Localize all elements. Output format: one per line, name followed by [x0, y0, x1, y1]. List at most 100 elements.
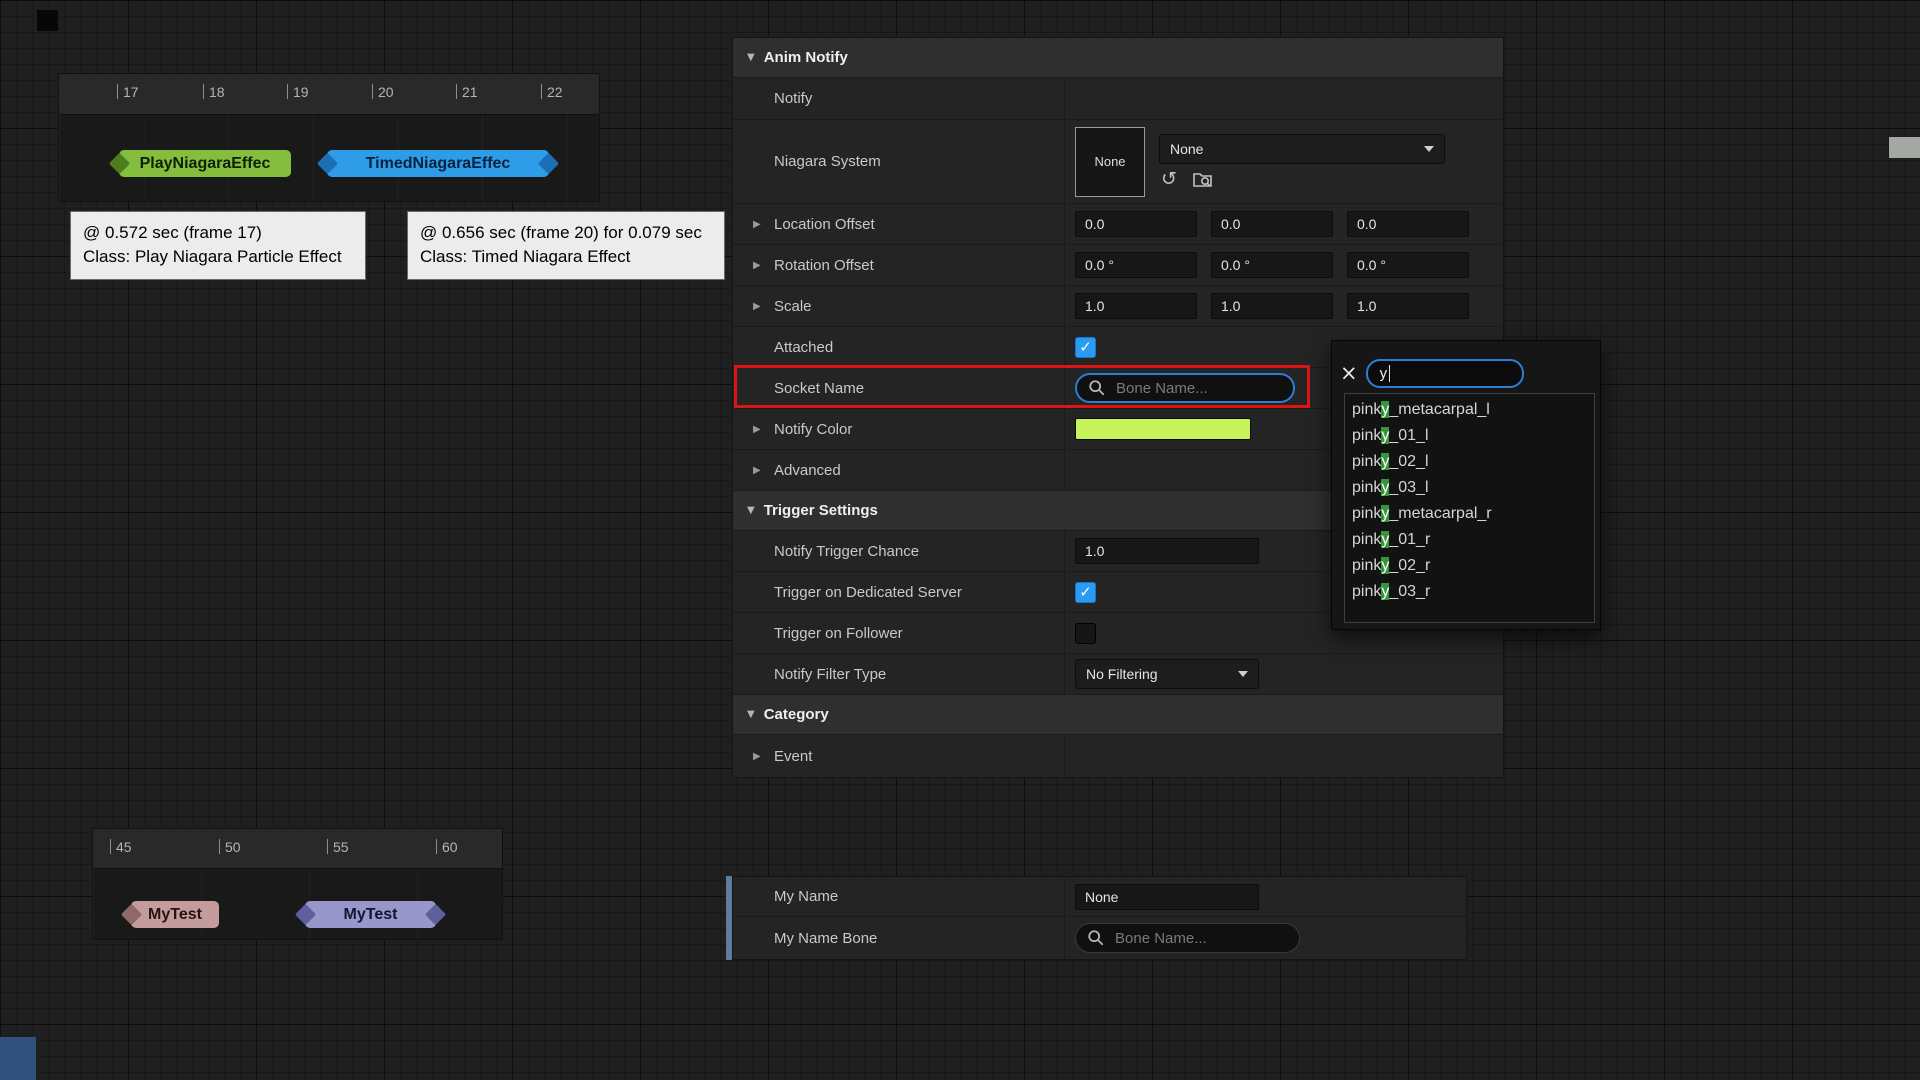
ruler-tick: 18: [203, 84, 225, 100]
asset-thumbnail[interactable]: None: [1075, 127, 1145, 197]
notify-tag-mytest[interactable]: MyTest: [131, 901, 219, 928]
notify-tag-mytest-state[interactable]: MyTest: [305, 901, 436, 928]
notify-tag-play-niagara[interactable]: PlayNiagaraEffec: [119, 150, 291, 177]
ruler-tick: 20: [372, 84, 394, 100]
notify-diamond-icon[interactable]: [295, 904, 316, 925]
notify-tag-timed-niagara[interactable]: TimedNiagaraEffec: [327, 150, 549, 177]
expand-arrow-icon[interactable]: ▶: [753, 751, 765, 762]
notify-diamond-icon[interactable]: [317, 153, 338, 174]
notify-diamond-icon[interactable]: [538, 153, 559, 174]
check-icon: ✓: [1079, 338, 1092, 356]
my-name-bone-input[interactable]: [1113, 929, 1288, 948]
row-location-offset: ▶ Location Offset 0.0 0.0 0.0: [733, 204, 1503, 245]
row-niagara-system: ▶Niagara System None None ↺: [733, 120, 1503, 204]
ruler-tick: 19: [287, 84, 309, 100]
category-header-label: Anim Notify: [764, 49, 848, 66]
bone-list-item[interactable]: pinky_01_l: [1345, 423, 1594, 449]
tooltip-class-line: Class: Play Niagara Particle Effect: [83, 245, 353, 269]
my-name-bone-search-field[interactable]: [1075, 923, 1300, 953]
mytest-track-timeline: 45 50 55 60 MyTest MyTest: [92, 828, 503, 940]
expand-arrow-icon[interactable]: ▶: [753, 301, 765, 312]
category-header-label: Category: [764, 706, 829, 723]
expand-arrow-icon[interactable]: ▶: [753, 260, 765, 271]
bone-search-query: y: [1380, 365, 1388, 382]
row-notify: ▶Notify: [733, 78, 1503, 120]
row-label: Location Offset: [774, 216, 875, 233]
scale-y-field[interactable]: 1.0: [1211, 293, 1333, 319]
notify-tag-label: PlayNiagaraEffec: [140, 155, 271, 173]
browse-to-asset-icon[interactable]: [1193, 170, 1214, 189]
timeline-ruler[interactable]: 45 50 55 60: [93, 829, 502, 869]
notify-track[interactable]: MyTest MyTest: [93, 869, 502, 939]
bottom-left-panel-fragment: [0, 1037, 36, 1080]
bone-suggestion-list: pinky_metacarpal_l pinky_01_l pinky_02_l…: [1344, 393, 1595, 623]
category-header-anim-notify[interactable]: ▼ Anim Notify: [733, 38, 1503, 78]
text-caret: [1389, 365, 1390, 382]
bone-list-item[interactable]: pinky_03_r: [1345, 579, 1594, 605]
chevron-down-icon[interactable]: ▼: [747, 52, 755, 63]
row-label: My Name: [774, 888, 838, 905]
row-label: Rotation Offset: [774, 257, 874, 274]
bone-picker-popup: × y pinky_metacarpal_l pinky_01_l pinky_…: [1331, 340, 1601, 630]
notify-color-swatch[interactable]: [1075, 418, 1251, 440]
chevron-down-icon[interactable]: ▼: [747, 709, 755, 720]
row-label: Advanced: [774, 462, 841, 479]
location-x-field[interactable]: 0.0: [1075, 211, 1197, 237]
combobox-value: No Filtering: [1086, 666, 1158, 682]
ruler-tick: 17: [117, 84, 139, 100]
niagara-system-combobox[interactable]: None: [1159, 134, 1445, 164]
notify-filter-type-combobox[interactable]: No Filtering: [1075, 659, 1259, 689]
rotation-x-field[interactable]: 0.0 °: [1075, 252, 1197, 278]
attached-checkbox[interactable]: ✓: [1075, 337, 1096, 358]
timeline-ruler[interactable]: 17 18 19 20 21 22: [59, 74, 599, 115]
check-icon: ✓: [1079, 583, 1092, 601]
my-name-field[interactable]: None: [1075, 884, 1259, 910]
rotation-z-field[interactable]: 0.0 °: [1347, 252, 1469, 278]
dedicated-server-checkbox[interactable]: ✓: [1075, 582, 1096, 603]
expand-arrow-icon[interactable]: ▶: [753, 424, 765, 435]
tooltip-class-line: Class: Timed Niagara Effect: [420, 245, 712, 269]
search-icon: [1088, 379, 1106, 397]
ruler-tick: 45: [110, 839, 132, 855]
category-header-label: Trigger Settings: [764, 502, 878, 519]
bone-list-item[interactable]: pinky_metacarpal_r: [1345, 501, 1594, 527]
bone-list-item[interactable]: pinky_metacarpal_l: [1345, 397, 1594, 423]
socket-name-search-field[interactable]: [1075, 373, 1295, 403]
chevron-down-icon[interactable]: ▼: [747, 505, 755, 516]
selection-strip: [726, 876, 732, 960]
row-label: Notify: [774, 90, 812, 107]
follower-checkbox[interactable]: [1075, 623, 1096, 644]
clear-search-icon[interactable]: ×: [1340, 363, 1358, 384]
tooltip-time-line: @ 0.656 sec (frame 20) for 0.079 sec: [420, 221, 712, 245]
scale-z-field[interactable]: 1.0: [1347, 293, 1469, 319]
row-my-name: ▶My Name None: [733, 877, 1466, 917]
notify-diamond-icon[interactable]: [121, 904, 142, 925]
bone-list-item[interactable]: pinky_02_r: [1345, 553, 1594, 579]
expand-arrow-icon[interactable]: ▶: [753, 219, 765, 230]
bone-list-item[interactable]: pinky_02_l: [1345, 449, 1594, 475]
combobox-value: None: [1170, 141, 1203, 157]
chevron-down-icon: [1424, 146, 1434, 152]
use-selected-asset-icon[interactable]: ↺: [1161, 170, 1177, 189]
notify-track[interactable]: PlayNiagaraEffec TimedNiagaraEffec: [59, 115, 599, 201]
ruler-tick: 21: [456, 84, 478, 100]
bone-list-item[interactable]: pinky_03_l: [1345, 475, 1594, 501]
right-edge-tab[interactable]: [1889, 137, 1920, 158]
bone-search-input[interactable]: y: [1366, 359, 1524, 388]
rotation-y-field[interactable]: 0.0 °: [1211, 252, 1333, 278]
expand-arrow-icon[interactable]: ▶: [753, 465, 765, 476]
row-label: Niagara System: [774, 153, 881, 170]
row-my-name-bone: ▶My Name Bone: [733, 917, 1466, 959]
row-label: Trigger on Follower: [774, 625, 903, 642]
trigger-chance-field[interactable]: 1.0: [1075, 538, 1259, 564]
socket-name-input[interactable]: [1114, 379, 1282, 398]
category-header-category[interactable]: ▼ Category: [733, 695, 1503, 735]
notify-diamond-icon[interactable]: [425, 904, 446, 925]
row-label: Notify Trigger Chance: [774, 543, 919, 560]
bone-list-item[interactable]: pinky_01_r: [1345, 527, 1594, 553]
location-z-field[interactable]: 0.0: [1347, 211, 1469, 237]
notify-diamond-icon[interactable]: [109, 153, 130, 174]
location-y-field[interactable]: 0.0: [1211, 211, 1333, 237]
graph-corner-node: [37, 10, 58, 31]
scale-x-field[interactable]: 1.0: [1075, 293, 1197, 319]
